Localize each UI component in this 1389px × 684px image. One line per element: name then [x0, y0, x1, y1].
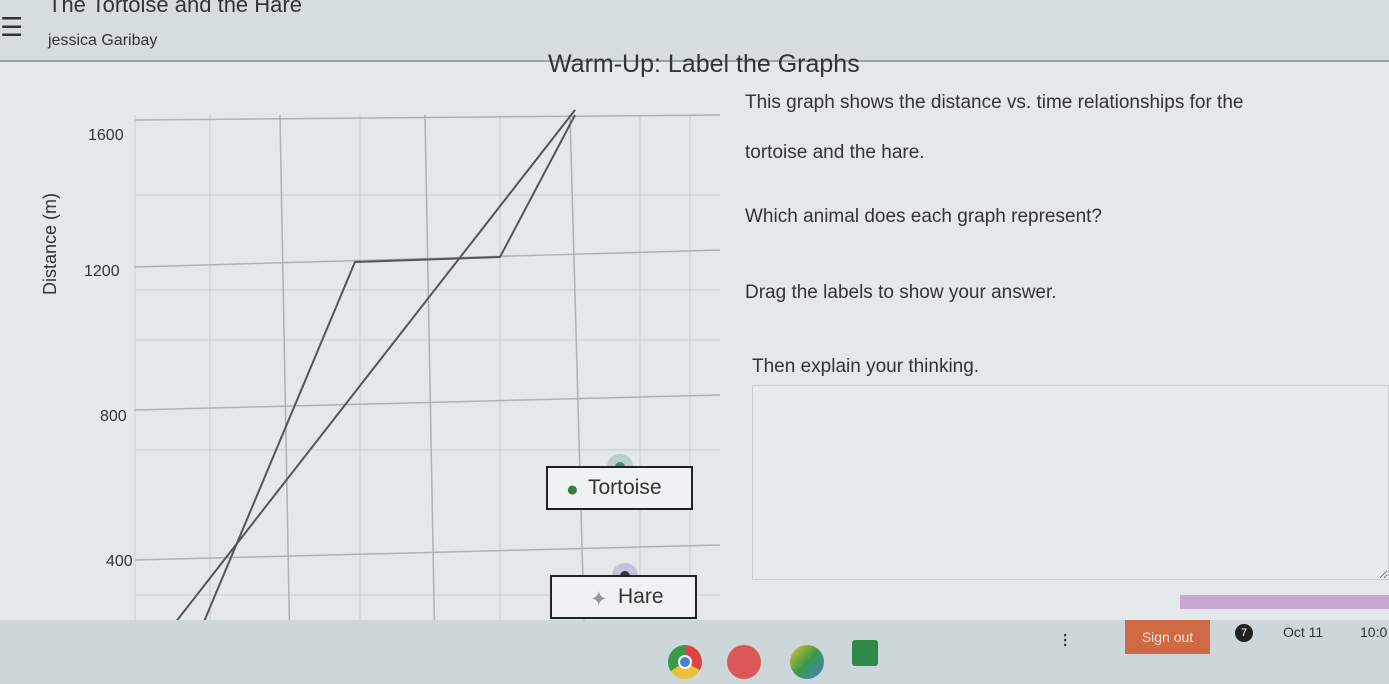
graph-line-steady	[149, 109, 576, 656]
chrome-icon[interactable]	[668, 645, 702, 679]
assignment-title: The Tortoise and the Hare	[48, 0, 302, 17]
keyboard-icon[interactable]: ⁝	[1062, 628, 1068, 653]
y-tick: 800	[100, 408, 127, 425]
instruction: tortoise and the hare.	[745, 142, 925, 163]
explanation-input[interactable]	[752, 385, 1389, 580]
hare-icon: ✦	[590, 588, 608, 611]
instruction: This graph shows the distance vs. time r…	[745, 92, 1244, 113]
grid-minor	[134, 115, 720, 655]
instruction: Which animal does each graph represent?	[745, 206, 1102, 227]
progress-bar	[1180, 595, 1389, 609]
page-title: Warm-Up: Label the Graphs	[548, 50, 860, 78]
hare-label[interactable]: ✦ Hare	[550, 575, 697, 619]
graph-line-with-rest	[189, 114, 576, 656]
instruction: Then explain your thinking.	[752, 356, 980, 377]
instruction: Drag the labels to show your answer.	[745, 282, 1057, 303]
time[interactable]: 10:0	[1360, 624, 1387, 640]
tortoise-label[interactable]: ● Tortoise	[546, 466, 693, 510]
sign-out-button[interactable]: Sign out	[1125, 620, 1210, 654]
notification-badge[interactable]: 7	[1235, 624, 1253, 642]
user-name: jessica Garibay	[48, 32, 158, 49]
hamburger-icon[interactable]: ☰	[0, 12, 23, 43]
classroom-icon[interactable]	[852, 640, 878, 666]
y-tick: 400	[106, 553, 133, 570]
graph-svg	[134, 109, 721, 656]
tortoise-label-text: Tortoise	[588, 476, 662, 499]
y-tick: 1200	[84, 263, 120, 280]
tortoise-icon: ●	[566, 478, 579, 501]
date[interactable]: Oct 11	[1283, 624, 1323, 640]
hare-label-text: Hare	[618, 585, 664, 608]
grid-major	[134, 114, 721, 656]
paint-icon[interactable]	[727, 645, 761, 679]
y-tick: 1600	[88, 127, 124, 144]
drive-icon[interactable]	[790, 645, 824, 679]
distance-time-graph: 1600 1200 800 400 Distance (m)	[0, 95, 721, 656]
y-axis-title: Distance (m)	[40, 192, 60, 295]
